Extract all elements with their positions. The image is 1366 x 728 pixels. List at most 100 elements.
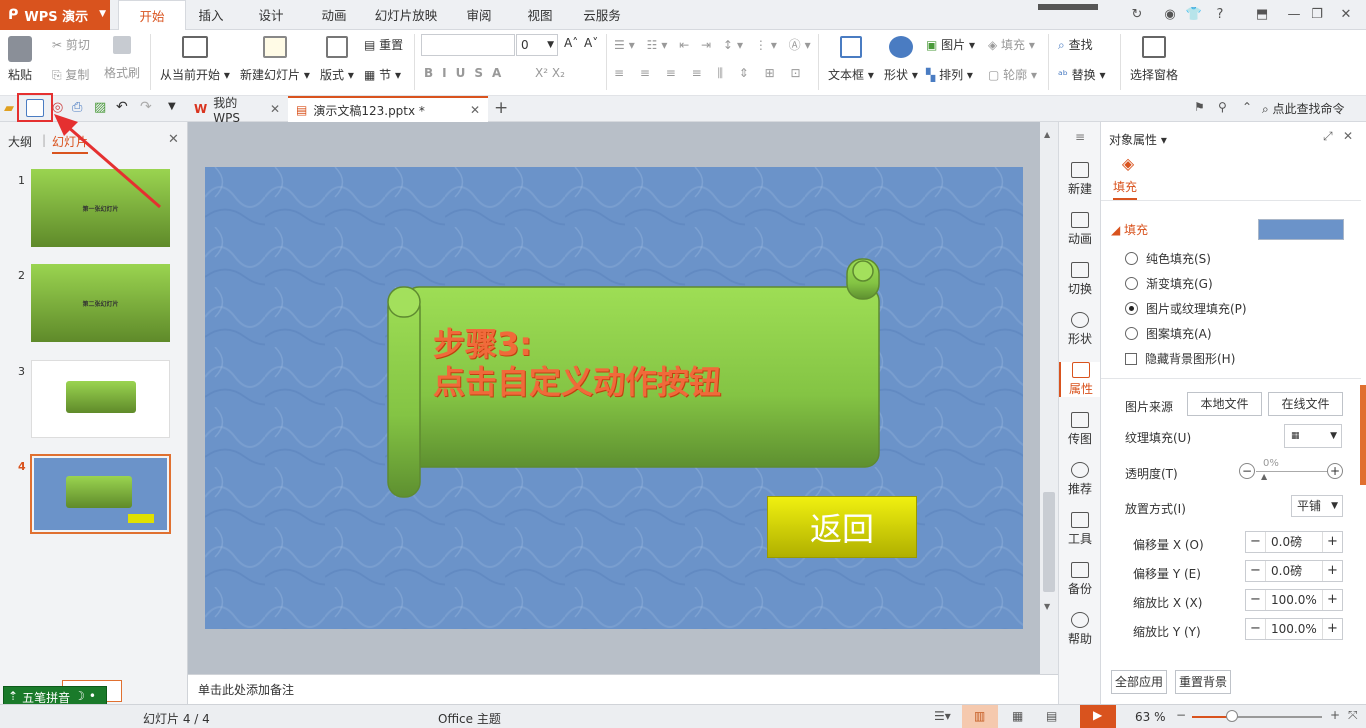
radio-picture-texture-fill[interactable]: 图片或纹理填充(P) [1125, 300, 1247, 317]
offset-x-stepper[interactable]: −0.0磅 + [1245, 531, 1343, 553]
quick-access-dropdown-icon[interactable]: ▼ [168, 101, 176, 112]
tab-view[interactable]: 视图 [515, 0, 565, 30]
offset-y-stepper[interactable]: −0.0磅 + [1245, 560, 1343, 582]
increase-font-icon[interactable]: A˄ [564, 36, 578, 50]
new-tab-icon[interactable]: + [494, 98, 508, 118]
reading-view-icon[interactable]: ▤ [1046, 709, 1057, 723]
location-icon[interactable]: ◉ [1158, 4, 1182, 26]
new-slide-button[interactable]: 新建幻灯片 ▾ [240, 36, 310, 83]
tab-insert[interactable]: 插入 [186, 0, 236, 30]
close-tab-icon[interactable]: ✕ [270, 102, 280, 116]
font-name-input[interactable] [421, 34, 515, 56]
notes-area[interactable]: 单击此处添加备注 [188, 674, 1058, 704]
outline-button[interactable]: ▢ 轮廓 ▾ [988, 66, 1037, 83]
sidebar-item-recommend[interactable]: 推荐 [1059, 462, 1101, 497]
selection-pane-button[interactable]: 选择窗格 [1130, 36, 1178, 83]
increase-transparency-button[interactable]: + [1327, 463, 1343, 479]
paste-button[interactable]: 粘贴 [8, 36, 32, 83]
play-from-current-button[interactable]: 从当前开始 ▾ [160, 36, 230, 83]
radio-pattern-fill[interactable]: 图案填充(A) [1125, 325, 1212, 342]
undock-icon[interactable]: ⤢ [1323, 129, 1333, 144]
vertical-scrollbar[interactable]: ▲ ▼ [1040, 122, 1058, 674]
normal-view-button[interactable]: ▥ [962, 705, 998, 728]
minimize-icon[interactable]: — [1282, 4, 1306, 26]
back-action-button[interactable]: 返回 [767, 496, 917, 558]
sidebar-toggle-icon[interactable]: ≡ [1059, 130, 1101, 144]
slide-thumbnail-3[interactable] [31, 360, 170, 438]
slide-thumbnail-4[interactable] [30, 454, 171, 534]
sidebar-item-shape[interactable]: 形状 [1059, 312, 1101, 347]
layout-button[interactable]: 版式 ▾ [320, 36, 354, 83]
notes-toggle-icon[interactable]: ☰▾ [934, 709, 951, 723]
scale-y-stepper[interactable]: −100.0% + [1245, 618, 1343, 640]
play-slideshow-button[interactable]: ▶ [1080, 705, 1116, 728]
textbox-button[interactable]: 文本框 ▾ [828, 36, 874, 83]
fill-color-preview[interactable] [1258, 219, 1344, 240]
sidebar-item-help[interactable]: 帮助 [1059, 612, 1101, 647]
fill-section-header[interactable]: ◢ 填充 [1111, 221, 1148, 238]
tab-document[interactable]: ▤ 演示文稿123.pptx * ✕ [288, 96, 488, 122]
open-folder-icon[interactable]: ▰ [4, 101, 14, 116]
superscript-icon[interactable]: X² X₂ [535, 66, 565, 80]
maximize-icon[interactable]: ❐ [1305, 4, 1329, 26]
list-buttons[interactable]: ☰▾ ☷▾ ⇤ ⇥ ↕▾ ⋮▾ Ⓐ▾ [614, 36, 815, 53]
copy-button[interactable]: ⎘ 复制 [52, 66, 89, 83]
fit-window-icon[interactable]: ⤧ [1348, 708, 1358, 723]
radio-gradient-fill[interactable]: 渐变填充(G) [1125, 275, 1213, 292]
texture-dropdown[interactable]: ▦ ▼ [1284, 424, 1342, 448]
online-file-button[interactable]: 在线文件 [1268, 392, 1343, 416]
find-button[interactable]: ⌕ 查找 [1058, 36, 1093, 53]
zoom-slider-handle[interactable] [1226, 710, 1238, 722]
outline-tab[interactable]: 大纲 [8, 133, 32, 150]
sidebar-item-transition[interactable]: 切换 [1059, 262, 1101, 297]
zoom-in-icon[interactable]: + [1330, 708, 1340, 722]
section-button[interactable]: ▦ 节 ▾ [364, 66, 401, 83]
run-icon[interactable]: ⚑ [1194, 100, 1205, 114]
tab-my-wps[interactable]: W 我的WPS ✕ [186, 96, 288, 125]
cut-button[interactable]: ✂ 剪切 [52, 36, 90, 53]
pane-collapse-handle[interactable] [1360, 385, 1366, 485]
slide-title[interactable]: 步骤3: 点击自定义动作按钮 [433, 325, 721, 401]
tab-design[interactable]: 设计 [246, 0, 296, 30]
sidebar-item-animation[interactable]: 动画 [1059, 212, 1101, 247]
tab-slideshow[interactable]: 幻灯片放映 [368, 0, 444, 30]
apply-all-button[interactable]: 全部应用 [1111, 670, 1167, 694]
slide-sorter-icon[interactable]: ▦ [1012, 709, 1023, 723]
sidebar-item-backup[interactable]: 备份 [1059, 562, 1101, 597]
shirt-icon[interactable]: 👕 [1182, 4, 1206, 26]
decrease-transparency-button[interactable]: − [1239, 463, 1255, 479]
fill-button[interactable]: ◈ 填充 ▾ [988, 36, 1035, 53]
reset-button[interactable]: ▤ 重置 [364, 36, 403, 53]
close-icon[interactable]: ✕ [1334, 4, 1358, 26]
restore-window-icon[interactable]: ⬒ [1250, 4, 1274, 26]
font-size-input[interactable]: 0 ▼ [516, 34, 558, 56]
zoom-out-icon[interactable]: − [1176, 708, 1186, 722]
tab-review[interactable]: 审阅 [454, 0, 504, 30]
sidebar-item-upload[interactable]: 传图 [1059, 412, 1101, 447]
sidebar-item-tools[interactable]: 工具 [1059, 512, 1101, 547]
tab-cloud[interactable]: 云服务 [576, 0, 628, 30]
command-search[interactable]: ⌕ 点此查找命令 [1262, 100, 1345, 117]
fill-tab[interactable]: 填充 [1113, 178, 1138, 200]
reset-background-button[interactable]: 重置背景 [1175, 670, 1231, 694]
align-buttons[interactable]: ≡ ≡ ≡ ≡ ⫼ ⇕ ⊞ ⊡ [614, 66, 807, 81]
sidebar-item-new[interactable]: 新建 [1059, 162, 1101, 197]
local-file-button[interactable]: 本地文件 [1187, 392, 1262, 416]
close-tab-icon[interactable]: ✕ [470, 103, 480, 117]
placement-dropdown[interactable]: 平铺 ▼ [1291, 495, 1343, 517]
collapse-ribbon-icon[interactable]: ⌃ [1242, 100, 1252, 114]
shape-button[interactable]: 形状 ▾ [884, 36, 918, 83]
font-style-buttons[interactable]: BIUSA [424, 66, 510, 80]
picture-button[interactable]: ▣ 图片 ▾ [926, 36, 975, 53]
slide-thumbnail-2[interactable]: 第二张幻灯片 [31, 264, 170, 342]
replace-button[interactable]: ᵃᵇ 替换 ▾ [1058, 66, 1106, 83]
slider-handle-icon[interactable]: ▲ [1261, 472, 1267, 481]
scroll-thumb[interactable] [1043, 492, 1055, 592]
app-menu-button[interactable]: ᑭ WPS 演示 ▼ [0, 0, 110, 30]
help-icon[interactable]: ? [1208, 4, 1232, 26]
close-panel-icon[interactable]: ✕ [168, 132, 179, 147]
sidebar-item-properties[interactable]: 属性 [1059, 362, 1101, 397]
tab-home[interactable]: 开始 [118, 0, 186, 31]
format-painter-button[interactable]: 格式刷 [104, 36, 140, 81]
pane-title[interactable]: 对象属性 ▾ [1109, 131, 1167, 148]
